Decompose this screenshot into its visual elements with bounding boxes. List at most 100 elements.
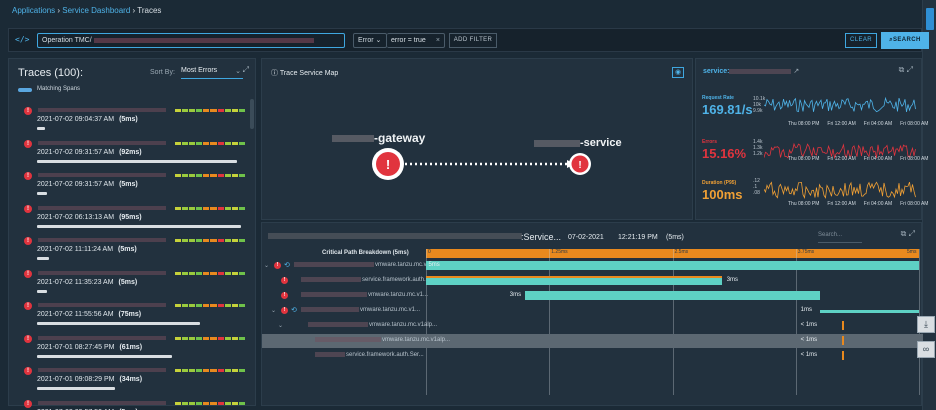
chevron-down-icon[interactable]: ⌄: [264, 262, 269, 269]
span-row[interactable]: ⌄ vmware.tanzu.mc.v1alp... < 1ms: [262, 319, 923, 333]
traces-title: Traces (100):: [18, 67, 84, 79]
code-icon[interactable]: </>: [15, 35, 29, 44]
x-tick: Thu 08:00 PM: [788, 201, 820, 207]
span-view-panel: :Service... 07-02-2021 12:21:19 PM (5ms)…: [261, 222, 923, 406]
expand-icon[interactable]: ⤢: [243, 65, 249, 75]
span-bar[interactable]: [842, 321, 845, 330]
trace-duration-bar: [37, 257, 49, 260]
redacted-span-name: [301, 307, 359, 312]
span-color-strip: [175, 141, 245, 145]
trace-duration-bar: [37, 387, 115, 390]
redacted-trace-name: [38, 108, 166, 112]
trace-list-item[interactable]: ! 2021-07-02 11:11:24 AM (5ms): [9, 232, 249, 264]
error-icon: !: [24, 204, 32, 213]
trace-duration-bar: [37, 289, 47, 293]
timeline-tick: 1.25ms: [551, 249, 568, 255]
redacted-span-name: [315, 352, 345, 357]
rail-tab[interactable]: [926, 8, 934, 30]
breadcrumb: Applications › Service Dashboard › Trace…: [12, 6, 161, 15]
trace-list-item[interactable]: ! 2021-07-02 09:04:37 AM (5ms): [9, 102, 249, 134]
span-search-input[interactable]: Search...: [818, 232, 862, 243]
timeline-tick: 3.75ms: [797, 249, 815, 255]
operation-label: Operation: [42, 37, 73, 44]
traces-scrollbar[interactable]: [250, 99, 254, 129]
trace-list-item[interactable]: ! 2021-07-02 09:31:57 AM (92ms): [9, 135, 249, 167]
span-bar[interactable]: [842, 351, 845, 360]
trace-duration: (5ms): [119, 181, 138, 188]
span-duration-label: < 1ms: [800, 337, 818, 343]
trace-duration-bar: [37, 224, 241, 228]
download-button[interactable]: ⤓: [917, 316, 935, 333]
trace-timestamp: 2021-07-01 08:27:45 PM (61ms): [37, 344, 142, 351]
trace-list-item[interactable]: ! 2021-07-02 06:13:13 AM (95ms): [9, 200, 249, 232]
restore-icon[interactable]: ⧉: [899, 65, 905, 74]
trace-list-item[interactable]: ! 2021-07-02 11:55:56 AM (75ms): [9, 297, 249, 329]
span-duration-label: 1ms: [800, 307, 813, 313]
redacted-span-name: [301, 277, 361, 282]
span-bar[interactable]: [524, 291, 821, 300]
filter-bar: </> Operation TMC/ Error ⌄ error = true …: [8, 28, 929, 52]
error-filter-key[interactable]: Error ⌄: [353, 33, 387, 48]
x-tick: Fri 12:00 AM: [827, 201, 856, 207]
external-link-icon[interactable]: ↗: [793, 68, 799, 75]
trace-time: 2021-07-01 08:27:45 PM: [37, 343, 115, 351]
span-bar[interactable]: [842, 336, 845, 345]
span-bar[interactable]: [820, 310, 919, 313]
span-color-strip: [175, 401, 245, 405]
error-icon: !: [274, 262, 281, 269]
trace-duration: (92ms): [119, 148, 142, 156]
clear-button[interactable]: CLEAR: [845, 33, 877, 48]
span-name-text: vmware.tanzu.mc.v1alp...: [382, 337, 451, 344]
span-row[interactable]: ⌄! ⟲ vmware.tanzu.mc.v1alph... 5ms: [262, 259, 923, 273]
span-color-strip: [175, 336, 245, 340]
span-name: vmware.tanzu.mc.v1...: [301, 292, 428, 298]
error-value: error = true: [391, 37, 426, 44]
span-name-text: vmware.tanzu.mc.v1alp...: [369, 322, 438, 329]
expand-icon[interactable]: ⤢: [909, 229, 915, 238]
timeline-tick: 5ms: [907, 249, 917, 255]
span-time: 12:21:19 PM: [618, 234, 658, 241]
span-row[interactable]: ⌄! ⟲ vmware.tanzu.mc.v1... 1ms: [262, 304, 923, 318]
span-row[interactable]: ! service.framework.auth.Ser... 3ms: [262, 274, 923, 288]
close-icon[interactable]: ×: [436, 34, 440, 47]
add-filter-button[interactable]: ADD FILTER: [449, 33, 497, 48]
span-name-text: service.framework.auth.Ser...: [346, 352, 424, 359]
trace-list-item[interactable]: ! 2021-07-02 11:35:23 AM (5ms): [9, 265, 249, 297]
error-icon: !: [578, 160, 581, 171]
span-timeline: Critical Path Breakdown (5ms) 0 1.25ms 2.5…: [262, 249, 923, 399]
span-service-name: :Service...: [521, 232, 562, 242]
breadcrumb-applications-link[interactable]: Applications: [12, 6, 55, 15]
error-filter-value[interactable]: error = true ×: [387, 33, 445, 48]
span-row[interactable]: ! vmware.tanzu.mc.v1... 3ms: [262, 289, 923, 303]
span-color-strip: [175, 304, 245, 307]
trace-list-item[interactable]: !2021-07-02 09:57:50 AM(5ms): [9, 395, 249, 410]
span-bar[interactable]: [426, 261, 919, 270]
chevron-down-icon[interactable]: ⌄: [271, 307, 276, 314]
link-button[interactable]: ∞: [917, 341, 935, 358]
span-duration-label: < 1ms: [800, 322, 818, 328]
service-title[interactable]: service: ↗: [703, 67, 799, 75]
chevron-down-icon[interactable]: ⌄: [278, 322, 283, 329]
redacted-trace-name: [38, 140, 166, 145]
dur-x-ticks: Thu 08:00 PM Fri 12:00 AM Fri 04:00 AM Fri …: [788, 201, 936, 207]
expand-icon[interactable]: ⤢: [907, 65, 913, 74]
sort-by-select[interactable]: Most Errors ⌄: [181, 67, 243, 79]
trace-duration: (5ms): [118, 246, 137, 253]
trace-timestamp: 2021-07-02 09:31:57 AM (92ms): [37, 149, 142, 156]
trace-list-item[interactable]: ! 2021-07-01 09:08:29 PM (34ms): [9, 362, 249, 394]
breadcrumb-service-dashboard-link[interactable]: Service Dashboard: [62, 6, 130, 15]
redacted-trace-name: [38, 303, 166, 307]
error-icon: !: [281, 307, 288, 314]
restore-icon[interactable]: ⧉: [901, 229, 907, 238]
trace-list-item[interactable]: ! 2021-07-01 08:27:45 PM (61ms): [9, 330, 249, 362]
operation-filter-chip[interactable]: Operation TMC/: [37, 33, 345, 48]
redacted-trace-name: [38, 368, 166, 372]
trace-list-item[interactable]: ! 2021-07-02 09:31:57 AM (5ms): [9, 167, 249, 199]
span-row[interactable]: vmware.tanzu.mc.v1alp... < 1ms: [262, 334, 923, 348]
trace-timestamp: 2021-07-02 11:35:23 AM (5ms): [37, 279, 137, 286]
span-bar[interactable]: [426, 276, 722, 285]
span-row[interactable]: service.framework.auth.Ser... < 1ms: [262, 349, 923, 363]
search-button[interactable]: ⌕SEARCH: [881, 32, 929, 49]
span-name: vmware.tanzu.mc.v1alph...: [294, 262, 446, 268]
span-color-strip: [175, 239, 245, 242]
